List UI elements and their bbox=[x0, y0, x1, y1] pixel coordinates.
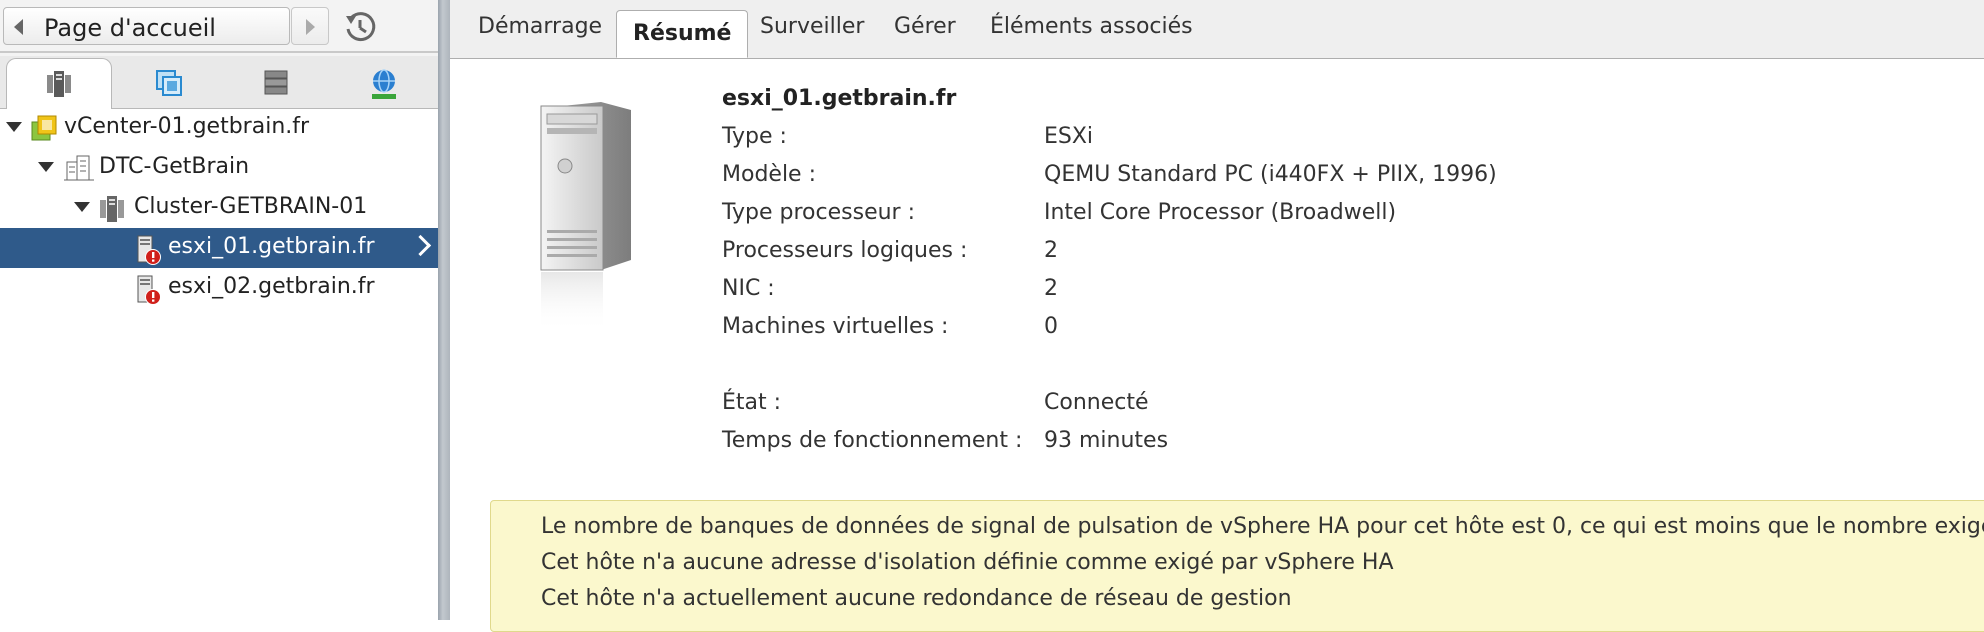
main-content: Démarrage Résumé Surveiller Gérer Élémen… bbox=[450, 0, 1984, 632]
host-warning-icon bbox=[136, 234, 164, 270]
alert-message: Le nombre de banques de données de signa… bbox=[541, 514, 1984, 539]
prop-value: 0 bbox=[1044, 314, 1058, 339]
prop-value: 2 bbox=[1044, 276, 1058, 301]
tab-vms-templates[interactable] bbox=[116, 58, 220, 106]
expand-toggle[interactable] bbox=[74, 202, 90, 212]
tree-item-label: esxi_02.getbrain.fr bbox=[168, 274, 375, 299]
host-name: esxi_01.getbrain.fr bbox=[722, 86, 957, 111]
history-icon bbox=[346, 12, 376, 42]
host-warning-icon bbox=[136, 274, 164, 310]
tab-resume[interactable]: Résumé bbox=[616, 10, 749, 58]
back-arrow-icon bbox=[14, 19, 23, 35]
tab-networking[interactable] bbox=[330, 58, 434, 106]
server-icon bbox=[535, 100, 635, 336]
tree-item-vcenter[interactable]: vCenter-01.getbrain.fr bbox=[0, 108, 438, 148]
forward-arrow-icon bbox=[306, 19, 315, 35]
alert-message: Cet hôte n'a actuellement aucune redonda… bbox=[541, 586, 1292, 611]
chevron-right-icon[interactable] bbox=[409, 234, 432, 257]
vcenter-icon bbox=[30, 114, 58, 146]
prop-value: QEMU Standard PC (i440FX + PIIX, 1996) bbox=[1044, 162, 1497, 187]
tab-elements-associes[interactable]: Éléments associés bbox=[990, 14, 1193, 39]
tree-item-label: Cluster-GETBRAIN-01 bbox=[134, 194, 368, 219]
prop-label: Machines virtuelles : bbox=[722, 314, 949, 339]
prop-value: 93 minutes bbox=[1044, 428, 1169, 453]
tree-item-label: esxi_01.getbrain.fr bbox=[168, 234, 375, 259]
tab-demarrage[interactable]: Démarrage bbox=[478, 14, 602, 39]
prop-label: Processeurs logiques : bbox=[722, 238, 968, 263]
history-button[interactable] bbox=[343, 10, 377, 44]
tab-surveiller[interactable]: Surveiller bbox=[760, 14, 864, 39]
tree-item-cluster[interactable]: Cluster-GETBRAIN-01 bbox=[0, 188, 438, 228]
hosts-and-clusters-icon bbox=[47, 71, 71, 97]
prop-label: Type : bbox=[722, 124, 787, 149]
datacenter-icon bbox=[64, 154, 94, 186]
navigator-separator bbox=[0, 51, 438, 53]
back-button-label: Page d'accueil bbox=[44, 14, 216, 42]
prop-label: État : bbox=[722, 390, 782, 415]
navigator-panel: Page d'accueil vCenter-01.getbrain.fr DT… bbox=[0, 0, 438, 620]
expand-toggle[interactable] bbox=[38, 162, 54, 172]
navigator-header: Page d'accueil bbox=[0, 0, 438, 56]
cluster-icon bbox=[98, 194, 126, 228]
tree-item-label: vCenter-01.getbrain.fr bbox=[64, 114, 310, 139]
prop-label: Modèle : bbox=[722, 162, 816, 187]
inventory-view-tabs bbox=[0, 56, 438, 109]
expand-toggle[interactable] bbox=[6, 122, 22, 132]
tab-hosts-clusters[interactable] bbox=[6, 58, 112, 109]
prop-value: ESXi bbox=[1044, 124, 1094, 149]
forward-button[interactable] bbox=[291, 7, 329, 45]
prop-value: Intel Core Processor (Broadwell) bbox=[1044, 200, 1397, 225]
tree-item-esxi-01[interactable]: esxi_01.getbrain.fr bbox=[0, 228, 438, 268]
tab-bar: Démarrage Résumé Surveiller Gérer Élémen… bbox=[450, 0, 1984, 59]
prop-label: Temps de fonctionnement : bbox=[722, 428, 1023, 453]
panel-splitter[interactable] bbox=[438, 0, 450, 620]
prop-label: NIC : bbox=[722, 276, 775, 301]
tree-item-datacenter[interactable]: DTC-GetBrain bbox=[0, 148, 438, 188]
vms-and-templates-icon bbox=[156, 70, 182, 96]
prop-value: 2 bbox=[1044, 238, 1058, 263]
prop-value: Connecté bbox=[1044, 390, 1149, 415]
tab-storage[interactable] bbox=[224, 58, 328, 106]
tab-gerer[interactable]: Gérer bbox=[894, 14, 956, 39]
back-button[interactable]: Page d'accueil bbox=[3, 7, 290, 45]
tree-item-esxi-02[interactable]: esxi_02.getbrain.fr bbox=[0, 268, 438, 308]
storage-icon bbox=[264, 70, 288, 95]
tree-item-label: DTC-GetBrain bbox=[99, 154, 250, 179]
prop-label: Type processeur : bbox=[722, 200, 915, 225]
alert-message: Cet hôte n'a aucune adresse d'isolation … bbox=[541, 550, 1394, 575]
networking-icon bbox=[372, 69, 396, 99]
alert-box: Le nombre de banques de données de signa… bbox=[490, 500, 1984, 632]
